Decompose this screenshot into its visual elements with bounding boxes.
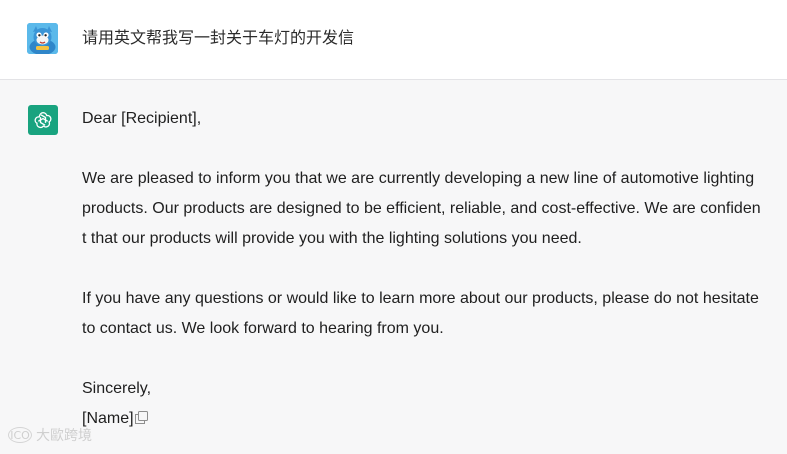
copy-icon[interactable] bbox=[134, 405, 148, 435]
message-line: Dear [Recipient], bbox=[82, 110, 202, 127]
cartoon-avatar-icon bbox=[27, 23, 58, 54]
message-line: Sincerely, bbox=[82, 380, 152, 397]
user-avatar bbox=[27, 23, 58, 54]
watermark: ICO 大歐跨境 bbox=[8, 425, 92, 445]
chatgpt-logo-icon bbox=[34, 112, 52, 129]
user-message-row: 请用英文帮我写一封关于车灯的开发信 bbox=[0, 0, 787, 80]
message-line: t that our products will provide you wit… bbox=[82, 230, 582, 247]
message-line: products. Our products are designed to b… bbox=[82, 200, 761, 217]
user-prompt-text: 请用英文帮我写一封关于车灯的开发信 bbox=[82, 28, 355, 47]
assistant-avatar bbox=[28, 105, 58, 135]
message-line: If you have any questions or would like … bbox=[82, 290, 759, 307]
signature-line: [Name] bbox=[82, 404, 772, 434]
watermark-text: 大歐跨境 bbox=[36, 428, 92, 444]
assistant-message: Dear [Recipient], We are pleased to info… bbox=[82, 104, 772, 434]
message-line: We are pleased to inform you that we are… bbox=[82, 170, 755, 187]
assistant-message-row: Dear [Recipient], We are pleased to info… bbox=[0, 80, 787, 454]
message-line: to contact us. We look forward to hearin… bbox=[82, 320, 444, 337]
watermark-logo: ICO bbox=[8, 427, 32, 443]
